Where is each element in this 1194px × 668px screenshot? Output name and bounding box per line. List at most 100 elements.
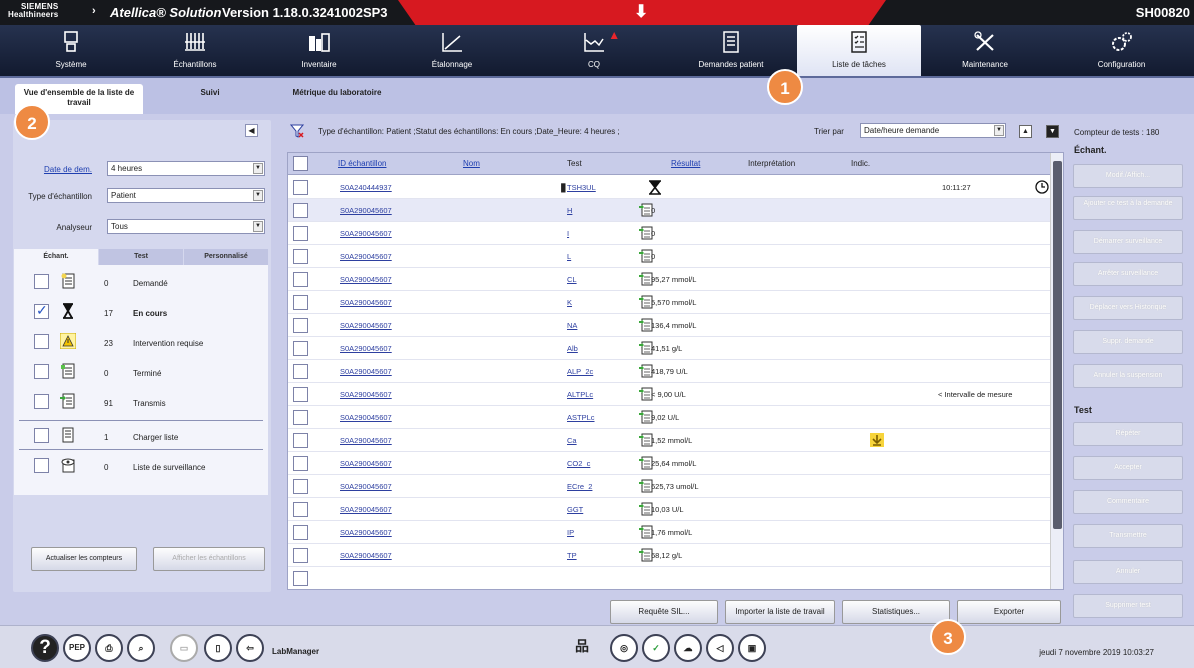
test-name[interactable]: ECre_2	[567, 482, 592, 491]
nav-etalonnage[interactable]: Étalonnage	[381, 25, 523, 76]
row-checkbox[interactable]	[293, 479, 308, 494]
category-checkbox[interactable]	[34, 334, 49, 349]
sample-id[interactable]: S0A290045607	[340, 229, 392, 238]
search-icon[interactable]: ⌕	[127, 634, 155, 662]
sort-select[interactable]: Date/heure demande ▼	[860, 123, 1006, 138]
sample-id[interactable]: S0A290045607	[340, 551, 392, 560]
pep-button[interactable]: PEP	[63, 634, 91, 662]
nav-demandes-patient[interactable]: Demandes patient	[665, 25, 797, 76]
monitor-icon[interactable]: ▣	[738, 634, 766, 662]
repeat-button[interactable]: Répéter	[1073, 422, 1183, 446]
move-to-history-button[interactable]: Déplacer vers Historique	[1073, 296, 1183, 320]
category-row-intervention[interactable]: 23 Intervention requise	[14, 327, 268, 357]
table-row[interactable]: S0A290045607 IP 1,76 mmol/L	[288, 521, 1050, 544]
cancel-button[interactable]: Annuler	[1073, 560, 1183, 584]
column-header-test[interactable]: Test	[567, 159, 582, 168]
transmit-button[interactable]: Transmettre	[1073, 524, 1183, 548]
flag-arrow-icon[interactable]	[870, 433, 884, 447]
test-name[interactable]: ASTPLc	[567, 413, 595, 422]
import-worklist-button[interactable]: Importer la liste de travail	[725, 600, 835, 624]
table-row[interactable]: S0A290045607 Alb 41,51 g/L	[288, 337, 1050, 360]
row-checkbox[interactable]	[293, 295, 308, 310]
test-name[interactable]: H	[567, 206, 572, 215]
table-row[interactable]: S0A290045607 ALP_2c 418,79 U/L	[288, 360, 1050, 383]
delete-order-button[interactable]: Suppr. demande	[1073, 330, 1183, 354]
category-checkbox[interactable]	[34, 458, 49, 473]
sample-id[interactable]: S0A290045607	[340, 298, 392, 307]
test-name[interactable]: NA	[567, 321, 577, 330]
row-checkbox[interactable]	[293, 272, 308, 287]
column-header-resultat[interactable]: Résultat	[671, 159, 700, 168]
sample-id[interactable]: S0A290045607	[340, 252, 392, 261]
scrollbar-thumb[interactable]	[1053, 161, 1062, 529]
table-row[interactable]: S0A290045607 CL 95,27 mmol/L	[288, 268, 1050, 291]
row-checkbox[interactable]	[293, 502, 308, 517]
add-test-to-order-button[interactable]: Ajouter ce test à la demande	[1073, 196, 1183, 220]
row-checkbox[interactable]	[293, 525, 308, 540]
test-name[interactable]: ALTPLc	[567, 390, 593, 399]
test-name[interactable]: I	[567, 229, 569, 238]
table-scrollbar[interactable]	[1050, 153, 1063, 589]
category-checkbox[interactable]	[34, 302, 49, 319]
category-checkbox[interactable]	[34, 394, 49, 409]
column-header-nom[interactable]: Nom	[463, 159, 480, 168]
connection-ok-icon[interactable]: ✓	[642, 634, 670, 662]
sample-id[interactable]: S0A290045607	[340, 505, 392, 514]
table-row[interactable]: S0A290045607 ALTPLc < 9,00 U/L < Intervalle…	[288, 383, 1050, 406]
sample-id[interactable]: S0A290045607	[340, 436, 392, 445]
sample-id[interactable]: S0A290045607	[340, 321, 392, 330]
test-name[interactable]: GGT	[567, 505, 583, 514]
speaker-icon[interactable]: ◁	[706, 634, 734, 662]
row-checkbox[interactable]	[293, 318, 308, 333]
category-row-en-cours[interactable]: 17 En cours	[14, 297, 268, 327]
sample-id[interactable]: S0A290045607	[340, 482, 392, 491]
row-checkbox[interactable]	[293, 456, 308, 471]
category-row-charger-liste[interactable]: 1 Charger liste	[14, 421, 268, 451]
help-icon[interactable]: ?	[31, 634, 59, 662]
test-name[interactable]: TP	[567, 551, 577, 560]
table-row[interactable]: S0A290045607 L 0	[288, 245, 1050, 268]
nav-cq[interactable]: ▲ CQ	[523, 25, 665, 76]
column-header-interpretation[interactable]: Interprétation	[748, 159, 795, 168]
nav-liste-de-taches[interactable]: Liste de tâches	[797, 25, 921, 76]
tab-echant[interactable]: Échant.	[14, 249, 98, 265]
collapse-panel-button[interactable]: ◀	[245, 124, 258, 137]
sample-id[interactable]: S0A240444937	[340, 183, 392, 192]
tab-metrique-laboratoire[interactable]: Métrique du laboratoire	[272, 84, 402, 114]
tab-suivi[interactable]: Suivi	[160, 84, 260, 114]
table-row[interactable]: S0A290045607 K 5,570 mmol/L	[288, 291, 1050, 314]
nav-systeme[interactable]: Système	[9, 25, 133, 76]
category-row-transmis[interactable]: 91 Transmis	[14, 387, 268, 417]
category-checkbox[interactable]	[34, 274, 49, 289]
export-button[interactable]: Exporter	[957, 600, 1061, 624]
test-name[interactable]: TSH3UL	[567, 183, 596, 192]
sample-id[interactable]: S0A290045607	[340, 390, 392, 399]
table-row[interactable]: S0A290045607 NA 136,4 mmol/L	[288, 314, 1050, 337]
sample-id[interactable]: S0A290045607	[340, 275, 392, 284]
nav-configuration[interactable]: Configuration	[1049, 25, 1194, 76]
keyboard-icon[interactable]: ▭	[170, 634, 198, 662]
analyzer-select[interactable]: Tous ▼	[107, 219, 265, 234]
select-all-checkbox[interactable]	[293, 156, 308, 171]
cloud-icon[interactable]: ☁	[674, 634, 702, 662]
test-name[interactable]: IP	[567, 528, 574, 537]
test-name[interactable]: L	[567, 252, 571, 261]
refresh-counters-button[interactable]: Actualiser les compteurs	[31, 547, 137, 571]
tube-icon[interactable]: ▯	[204, 634, 232, 662]
sample-id[interactable]: S0A290045607	[340, 413, 392, 422]
test-name[interactable]: Ca	[567, 436, 577, 445]
clear-filter-icon[interactable]	[290, 124, 304, 138]
test-name[interactable]: Alb	[567, 344, 578, 353]
category-row-surveillance[interactable]: 0 Liste de surveillance	[14, 451, 268, 481]
sample-id[interactable]: S0A290045607	[340, 206, 392, 215]
sample-id[interactable]: S0A290045607	[340, 367, 392, 376]
tab-test[interactable]: Test	[99, 249, 183, 265]
table-row[interactable]: S0A290045607 H 0	[288, 199, 1050, 222]
accept-button[interactable]: Accepter	[1073, 456, 1183, 480]
network-icon[interactable]: 品	[568, 634, 596, 662]
nav-maintenance[interactable]: Maintenance	[921, 25, 1049, 76]
stop-monitoring-button[interactable]: Arrêter surveillance	[1073, 262, 1183, 286]
row-checkbox[interactable]	[293, 249, 308, 264]
sample-id[interactable]: S0A290045607	[340, 528, 392, 537]
cancel-suspension-button[interactable]: Annuler la suspension	[1073, 364, 1183, 388]
